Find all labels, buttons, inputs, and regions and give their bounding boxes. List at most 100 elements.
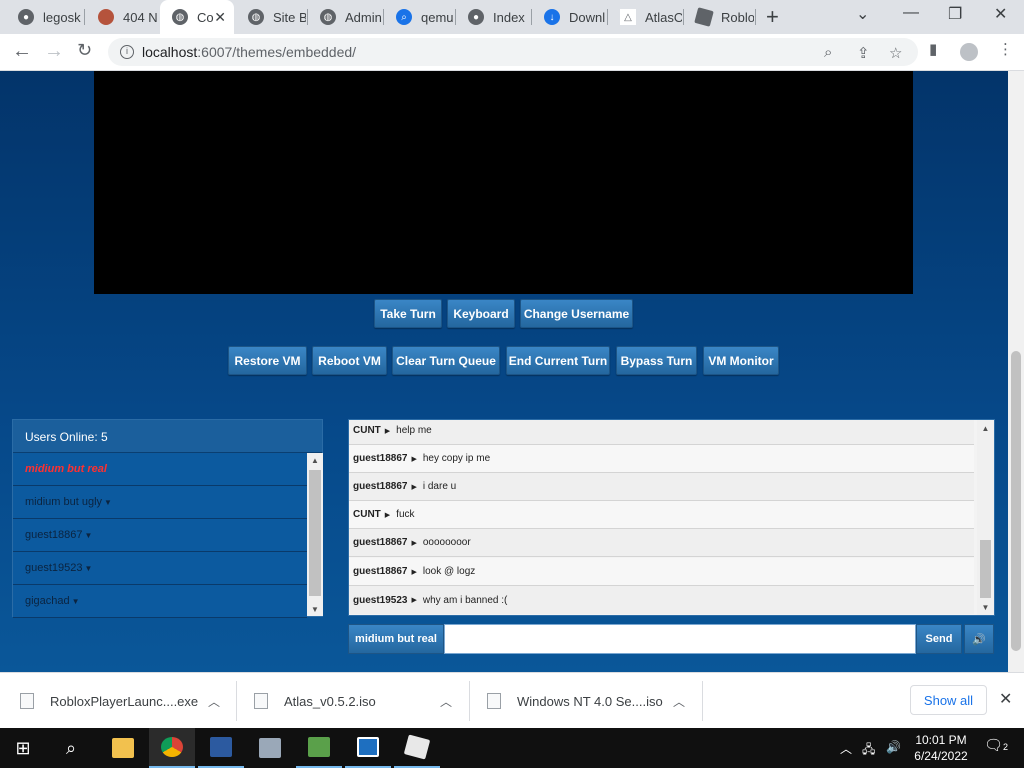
download-icon: ↓ xyxy=(544,9,560,25)
scroll-thumb[interactable] xyxy=(309,470,321,596)
tab-0[interactable]: ● legosk xyxy=(6,0,82,34)
site-info-icon[interactable]: i xyxy=(120,45,134,59)
search-icon[interactable]: ⌕ xyxy=(48,728,94,768)
scroll-thumb[interactable] xyxy=(980,540,991,598)
tab-separator xyxy=(755,9,756,25)
chat-message: CUNT ▶ fuck xyxy=(349,501,974,529)
chat-message: guest19523 ▶ why am i banned :( xyxy=(349,586,974,614)
user-list-item[interactable]: gigachad ▼ xyxy=(13,585,307,618)
file-explorer-icon[interactable] xyxy=(100,728,146,768)
triangle-right-icon: ▶ xyxy=(411,483,417,491)
zoom-icon[interactable]: ⌕ xyxy=(824,44,832,61)
tab-5[interactable]: ⌕qemu- xyxy=(384,0,454,34)
forward-icon[interactable]: → xyxy=(44,40,64,63)
chevron-up-icon[interactable]: ︿ xyxy=(840,740,852,757)
menu-kebab-icon[interactable]: ⋮ xyxy=(998,40,1013,58)
reload-icon[interactable]: ↻ xyxy=(77,40,92,61)
user-list-item[interactable]: guest18867 ▼ xyxy=(13,519,307,552)
notepad-logo-icon xyxy=(308,737,330,757)
user-list-item[interactable]: guest19523 ▼ xyxy=(13,552,307,585)
keyboard-button[interactable]: Keyboard xyxy=(447,299,515,328)
powershell-icon[interactable] xyxy=(198,728,244,768)
folder-icon xyxy=(112,738,134,758)
tab-search-icon[interactable]: ⌄ xyxy=(856,4,869,24)
app-icon[interactable] xyxy=(247,728,293,768)
close-shelf-icon[interactable]: ✕ xyxy=(999,689,1012,709)
app-icon[interactable] xyxy=(345,728,391,768)
scroll-up-icon[interactable]: ▲ xyxy=(977,424,994,433)
users-online-panel: Users Online: 5 midium but real midium b… xyxy=(12,419,323,618)
url-text[interactable]: localhost:6007/themes/embedded/ xyxy=(142,44,356,60)
bypass-turn-button[interactable]: Bypass Turn xyxy=(616,346,697,375)
tab-7[interactable]: ↓ Downl xyxy=(532,0,606,34)
download-item[interactable]: RobloxPlayerLaunc....exe ︿ xyxy=(20,673,230,729)
user-list-scrollbar[interactable]: ▲ ▼ xyxy=(307,453,323,616)
user-list-item-self[interactable]: midium but real xyxy=(13,453,307,486)
tab-9[interactable]: Roblo xyxy=(684,0,754,34)
bookmark-star-icon[interactable]: ☆ xyxy=(889,44,902,62)
browser-toolbar: ← → ↻ i localhost:6007/themes/embedded/ … xyxy=(0,34,1024,71)
new-tab-button[interactable]: + xyxy=(766,4,779,30)
chat-message: guest18867 ▶ oooooooor xyxy=(349,529,974,557)
take-turn-button[interactable]: Take Turn xyxy=(374,299,442,328)
chevron-up-icon[interactable]: ︿ xyxy=(440,693,452,710)
send-button[interactable]: Send xyxy=(916,624,962,654)
chat-input[interactable] xyxy=(444,624,916,654)
user-list-item[interactable]: midium but ugly ▼ xyxy=(13,486,307,519)
triangle-right-icon: ▶ xyxy=(411,455,417,463)
chat-input-bar: midium but real Send 🔊 xyxy=(348,624,994,654)
tab-2-active[interactable]: ◍ Co ✕ xyxy=(160,0,234,34)
tab-1[interactable]: 404 N xyxy=(86,0,158,34)
download-item[interactable]: Atlas_v0.5.2.iso ︿ xyxy=(254,673,464,729)
scroll-down-icon[interactable]: ▼ xyxy=(307,605,323,614)
tab-6[interactable]: ● Index xyxy=(456,0,530,34)
show-all-button[interactable]: Show all xyxy=(910,685,987,715)
close-tab-icon[interactable]: ✕ xyxy=(214,9,226,26)
username-label[interactable]: midium but real xyxy=(348,624,444,654)
chrome-icon[interactable] xyxy=(149,728,195,768)
chat-message: guest18867 ▶ i dare u xyxy=(349,473,974,501)
reboot-vm-button[interactable]: Reboot VM xyxy=(312,346,387,375)
side-panel-icon[interactable]: ▮ xyxy=(929,40,937,58)
back-icon[interactable]: ← xyxy=(12,40,32,63)
clock[interactable]: 10:01 PM 6/24/2022 xyxy=(908,732,974,764)
restore-vm-button[interactable]: Restore VM xyxy=(228,346,307,375)
profile-icon[interactable] xyxy=(960,43,978,61)
download-separator xyxy=(469,681,470,721)
triangle-right-icon: ▶ xyxy=(411,568,417,576)
tab-3[interactable]: ◍Site Bl xyxy=(236,0,306,34)
chat-scrollbar[interactable]: ▲ ▼ xyxy=(977,420,994,615)
network-icon[interactable]: 🖧 xyxy=(862,740,875,761)
scroll-down-icon[interactable]: ▼ xyxy=(977,603,994,612)
clear-turn-queue-button[interactable]: Clear Turn Queue xyxy=(392,346,500,375)
globe-icon: ◍ xyxy=(248,9,264,25)
page-scrollbar[interactable] xyxy=(1008,71,1024,672)
chevron-up-icon[interactable]: ︿ xyxy=(208,693,220,710)
chat-log: CUNT ▶ help me guest18867 ▶ hey copy ip me g… xyxy=(348,419,995,616)
users-online-count: Users Online: 5 xyxy=(13,420,322,453)
roblox-icon[interactable] xyxy=(394,728,440,768)
tab-8[interactable]: △ AtlasO xyxy=(608,0,682,34)
chevron-up-icon[interactable]: ︿ xyxy=(673,693,685,710)
address-bar[interactable]: i localhost:6007/themes/embedded/ ⌕ ⇪ ☆ xyxy=(108,38,918,66)
minimize-icon[interactable]: — xyxy=(903,4,919,22)
vm-monitor-button[interactable]: VM Monitor xyxy=(703,346,779,375)
tab-4[interactable]: ◍ Admin xyxy=(308,0,382,34)
change-username-button[interactable]: Change Username xyxy=(520,299,633,328)
volume-icon[interactable]: 🔊 xyxy=(964,624,994,654)
vm-display[interactable] xyxy=(94,71,913,294)
restore-icon[interactable]: ❐ xyxy=(948,4,962,24)
notepad-icon[interactable] xyxy=(296,728,342,768)
chat-message: guest18867 ▶ hey copy ip me xyxy=(349,445,974,473)
globe-icon: ◍ xyxy=(320,9,336,25)
share-icon[interactable]: ⇪ xyxy=(857,44,870,62)
end-current-turn-button[interactable]: End Current Turn xyxy=(506,346,610,375)
volume-icon[interactable]: 🔊 xyxy=(886,740,901,754)
page-scroll-thumb[interactable] xyxy=(1011,351,1021,651)
notification-icon[interactable]: 🗨2 xyxy=(984,736,1008,754)
close-window-icon[interactable]: ✕ xyxy=(994,4,1007,24)
scroll-up-icon[interactable]: ▲ xyxy=(307,456,323,465)
download-item[interactable]: Windows NT 4.0 Se....iso ︿ xyxy=(487,673,697,729)
start-windows-icon[interactable]: ⊞ xyxy=(0,728,46,768)
roblox-icon xyxy=(694,7,714,27)
